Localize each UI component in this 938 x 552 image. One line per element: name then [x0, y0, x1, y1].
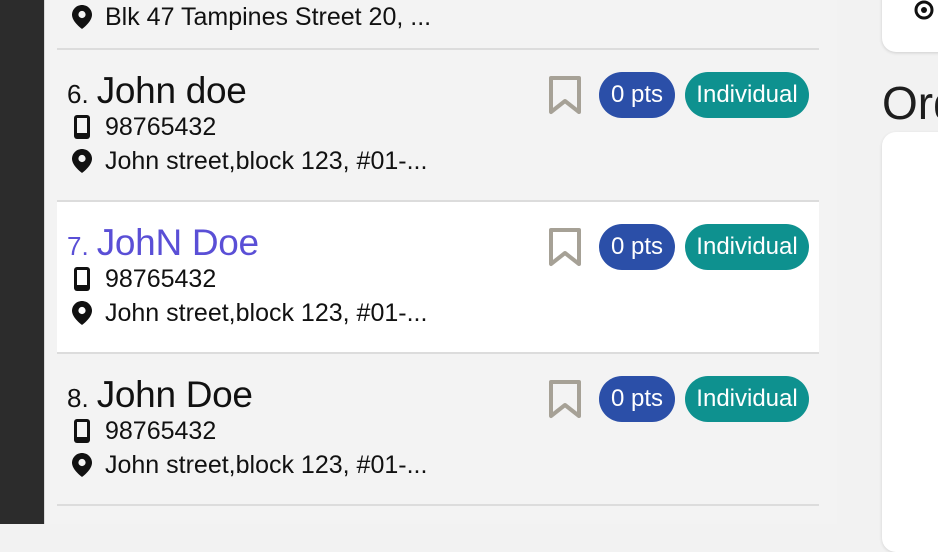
- customer-name-line: 7. JohN Doe: [67, 222, 259, 266]
- top-right-card[interactable]: [882, 0, 938, 52]
- customer-number: 8.: [67, 383, 89, 413]
- address-text: John street,block 123, #01-...: [105, 450, 428, 479]
- customer-type-badge: Individual: [685, 72, 809, 118]
- points-badge: 0 pts: [599, 376, 675, 422]
- customer-number: 6.: [67, 79, 89, 109]
- bookmark-icon[interactable]: [545, 224, 585, 270]
- phone-icon: [69, 418, 95, 444]
- customer-row-selected[interactable]: 7. JohN Doe 0 pts Individual 98765432 Jo…: [57, 202, 819, 354]
- customer-address: John street,block 123, #01-...: [69, 298, 427, 328]
- location-pin-icon: [69, 4, 95, 30]
- location-pin-icon: [69, 148, 95, 174]
- customer-name-line: 6. John doe: [67, 70, 247, 114]
- customer-name: JohN Doe: [96, 222, 259, 263]
- customer-row[interactable]: 8. John Doe 0 pts Individual 98765432 Jo…: [57, 354, 819, 506]
- address-text: Blk 47 Tampines Street 20, ...: [105, 2, 432, 31]
- customer-address: John street,block 123, #01-...: [69, 450, 427, 480]
- points-badge: 0 pts: [599, 224, 675, 270]
- customer-phone: 98765432: [69, 264, 216, 294]
- customer-list: Blk 47 Tampines Street 20, ... 6. John d…: [57, 0, 819, 506]
- phone-text: 98765432: [105, 264, 217, 293]
- customer-actions: 0 pts Individual: [545, 224, 809, 270]
- customer-address: John street,block 123, #01-...: [69, 146, 427, 176]
- bookmark-icon[interactable]: [545, 376, 585, 422]
- points-badge: 0 pts: [599, 72, 675, 118]
- customer-name: John Doe: [96, 374, 253, 415]
- location-pin-icon: [69, 300, 95, 326]
- customer-phone: 98765432: [69, 416, 216, 446]
- bookmark-icon[interactable]: [545, 72, 585, 118]
- address-text: John street,block 123, #01-...: [105, 146, 428, 175]
- location-pin-icon: [69, 452, 95, 478]
- customer-actions: 0 pts Individual: [545, 376, 809, 422]
- customer-row[interactable]: Blk 47 Tampines Street 20, ...: [57, 0, 819, 50]
- customer-name-line: 8. John Doe: [67, 374, 253, 418]
- orders-title: Ord: [882, 77, 938, 129]
- customer-phone: 98765432: [69, 112, 216, 142]
- customer-list-panel: Blk 47 Tampines Street 20, ... 6. John d…: [44, 0, 837, 524]
- customer-number: 7.: [67, 231, 89, 261]
- customer-type-badge: Individual: [685, 376, 809, 422]
- phone-icon: [69, 114, 95, 140]
- customer-address: Blk 47 Tampines Street 20, ...: [69, 2, 431, 32]
- customer-type-badge: Individual: [685, 224, 809, 270]
- customer-name: John doe: [96, 70, 247, 111]
- customer-row[interactable]: 6. John doe 0 pts Individual 98765432 Jo…: [57, 50, 819, 202]
- phone-text: 98765432: [105, 112, 217, 141]
- device-bezel: [0, 0, 44, 524]
- orders-card: [882, 132, 938, 552]
- address-text: John street,block 123, #01-...: [105, 298, 428, 327]
- phone-text: 98765432: [105, 416, 217, 445]
- customer-actions: 0 pts Individual: [545, 72, 809, 118]
- phone-icon: [69, 266, 95, 292]
- add-location-icon[interactable]: [912, 0, 938, 29]
